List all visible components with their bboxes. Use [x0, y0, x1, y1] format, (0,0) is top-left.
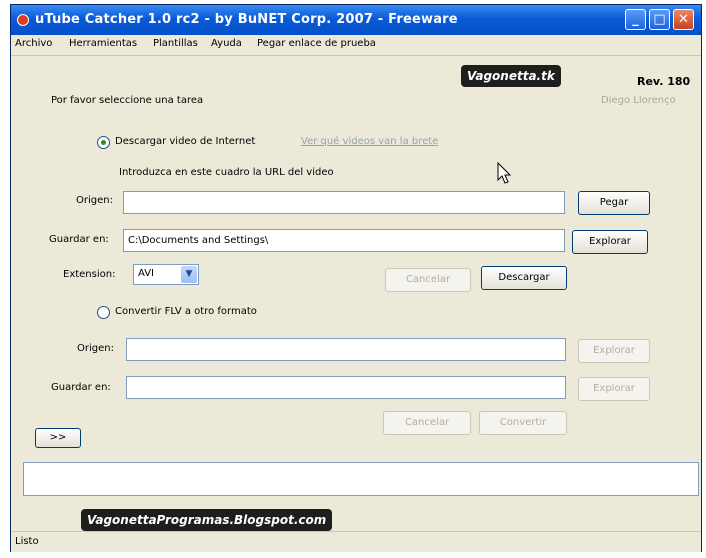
url-instruction: Introduzca en este cuadro la URL del vid…: [119, 167, 334, 178]
watermark-bottom: VagonettaProgramas.Blogspot.com: [81, 509, 333, 531]
cancel-convert-button[interactable]: Cancelar: [383, 411, 471, 435]
menu-ayuda[interactable]: Ayuda: [211, 38, 242, 49]
convert-save-browse-button[interactable]: Explorar: [578, 377, 650, 401]
extension-label: Extension:: [63, 269, 116, 280]
minimize-button[interactable]: _: [625, 9, 646, 30]
menu-herramientas[interactable]: Herramientas: [69, 38, 137, 49]
convert-radio[interactable]: [97, 306, 110, 319]
menu-bar: Archivo Herramientas Plantillas Ayuda Pe…: [11, 35, 701, 56]
paste-button[interactable]: Pegar: [578, 191, 650, 215]
convert-origin-browse-button[interactable]: Explorar: [578, 339, 650, 363]
author-label: Diego Llorenço: [601, 95, 676, 106]
close-icon: ✕: [678, 12, 689, 27]
save-to-label: Guardar en:: [49, 234, 109, 245]
chevron-down-icon: ▼: [181, 266, 197, 283]
log-box: [23, 462, 699, 496]
app-window: uTube Catcher 1.0 rc2 - by BuNET Corp. 2…: [10, 4, 702, 552]
cancel-download-button[interactable]: Cancelar: [385, 268, 471, 292]
browse-button[interactable]: Explorar: [572, 230, 648, 254]
title-bar[interactable]: uTube Catcher 1.0 rc2 - by BuNET Corp. 2…: [11, 5, 701, 35]
convert-radio-label[interactable]: Convertir FLV a otro formato: [115, 306, 257, 317]
status-bar: Listo: [11, 531, 701, 552]
convert-origin-label: Origen:: [77, 343, 114, 354]
task-prompt: Por favor seleccione una tarea: [51, 95, 204, 106]
download-radio-label[interactable]: Descargar video de Internet: [115, 136, 255, 147]
mouse-cursor-icon: [497, 162, 512, 184]
download-button[interactable]: Descargar: [481, 266, 567, 290]
maximize-icon: □: [653, 12, 666, 27]
convert-origin-input[interactable]: [126, 338, 566, 361]
app-icon: [17, 14, 29, 26]
extension-value: AVI: [138, 268, 154, 279]
convert-save-label: Guardar en:: [51, 382, 111, 393]
menu-pegar-enlace[interactable]: Pegar enlace de prueba: [257, 38, 376, 49]
maximize-button[interactable]: □: [649, 9, 670, 30]
revision-label: Rev. 180: [637, 75, 691, 88]
help-link[interactable]: Ver qué videos van la brete: [301, 136, 438, 147]
radio-selected-dot: [101, 140, 106, 145]
menu-archivo[interactable]: Archivo: [15, 38, 52, 49]
convert-save-input[interactable]: [126, 376, 566, 399]
minimize-icon: _: [632, 12, 639, 27]
close-button[interactable]: ✕: [673, 9, 694, 30]
watermark-top: Vagonetta.tk: [461, 65, 561, 87]
expand-button[interactable]: >>: [35, 428, 81, 448]
menu-plantillas[interactable]: Plantillas: [153, 38, 198, 49]
extension-select[interactable]: AVI ▼: [133, 264, 199, 285]
origin-label: Origen:: [76, 195, 113, 206]
download-radio[interactable]: [97, 136, 110, 149]
url-input[interactable]: [123, 191, 565, 214]
window-title: uTube Catcher 1.0 rc2 - by BuNET Corp. 2…: [35, 12, 458, 27]
save-path-input[interactable]: C:\Documents and Settings\: [123, 229, 565, 252]
convert-button[interactable]: Convertir: [479, 411, 567, 435]
status-text: Listo: [15, 536, 39, 547]
